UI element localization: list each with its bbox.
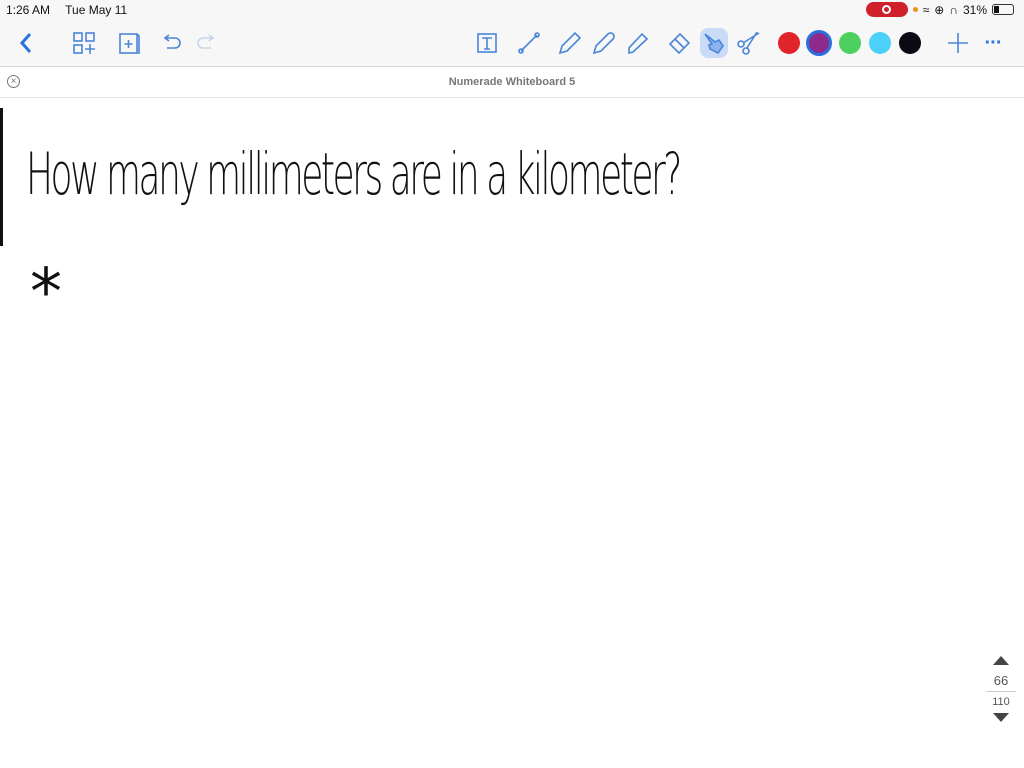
highlighter-button[interactable] bbox=[624, 28, 652, 58]
color-green-swatch[interactable] bbox=[839, 32, 861, 54]
status-date: Tue May 11 bbox=[65, 3, 128, 17]
color-purple-swatch-selected[interactable] bbox=[806, 30, 832, 56]
close-icon[interactable]: × bbox=[7, 75, 20, 88]
line-tool-icon bbox=[518, 32, 540, 54]
text-tool-button[interactable] bbox=[474, 28, 500, 58]
scissors-button[interactable] bbox=[734, 28, 762, 58]
total-pages: 110 bbox=[992, 696, 1010, 708]
document-title: Numerade Whiteboard 5 bbox=[448, 76, 576, 88]
page-up-icon[interactable] bbox=[993, 656, 1009, 665]
status-time: 1:26 AM bbox=[6, 3, 51, 17]
ink-stroke-bar bbox=[0, 108, 3, 246]
document-title-bar: × Numerade Whiteboard 5 bbox=[0, 67, 1024, 98]
battery-icon bbox=[992, 4, 1014, 15]
current-page: 66 bbox=[986, 673, 1016, 692]
handwritten-asterisk: * bbox=[30, 256, 62, 330]
pencil-button[interactable] bbox=[556, 28, 584, 58]
battery-percent: 31% bbox=[962, 2, 987, 17]
status-indicators: ≈ ⊕ ∩ 31% bbox=[865, 2, 1014, 17]
back-icon bbox=[19, 33, 32, 53]
redo-button[interactable] bbox=[194, 28, 218, 58]
pointer-hand-icon bbox=[704, 33, 724, 55]
highlighter-icon bbox=[628, 32, 649, 55]
pen-icon bbox=[592, 32, 615, 55]
pages-grid-icon bbox=[73, 32, 95, 54]
color-black-swatch[interactable] bbox=[899, 32, 921, 54]
top-bar: 1:26 AM Tue May 11 ≈ ⊕ ∩ 31% ··· bbox=[0, 0, 1024, 67]
status-bar: 1:26 AM Tue May 11 bbox=[6, 3, 139, 17]
line-tool-button[interactable] bbox=[516, 28, 542, 58]
screen-recording-icon[interactable] bbox=[865, 2, 908, 17]
handwritten-question: How many millimeters are in a kilometer? bbox=[26, 140, 682, 208]
add-page-button[interactable] bbox=[118, 28, 142, 58]
undo-icon bbox=[163, 34, 181, 49]
color-red-swatch[interactable] bbox=[778, 32, 800, 54]
mic-indicator-icon bbox=[912, 7, 918, 12]
pen-button[interactable] bbox=[590, 28, 618, 58]
text-tool-icon bbox=[477, 33, 497, 53]
more-button[interactable]: ··· bbox=[982, 28, 1004, 58]
pages-grid-button[interactable] bbox=[72, 28, 96, 58]
wifi-icon: ≈ bbox=[922, 2, 930, 17]
back-button[interactable] bbox=[14, 28, 38, 58]
orientation-lock-icon: ⊕ bbox=[934, 2, 945, 17]
more-icon: ··· bbox=[984, 31, 1003, 54]
redo-icon bbox=[197, 34, 215, 49]
pointer-hand-button[interactable] bbox=[700, 28, 728, 58]
eraser-button[interactable] bbox=[666, 28, 694, 58]
undo-button[interactable] bbox=[160, 28, 184, 58]
scissors-icon bbox=[737, 31, 760, 55]
eraser-icon bbox=[668, 32, 691, 55]
add-icon bbox=[948, 33, 968, 53]
color-cyan-swatch[interactable] bbox=[869, 32, 891, 54]
pencil-icon bbox=[558, 31, 582, 55]
headphones-icon: ∩ bbox=[949, 2, 958, 17]
page-navigator: 66 110 bbox=[986, 656, 1016, 722]
add-page-icon bbox=[119, 33, 140, 54]
page-down-icon[interactable] bbox=[993, 713, 1009, 722]
add-button[interactable] bbox=[946, 28, 970, 58]
